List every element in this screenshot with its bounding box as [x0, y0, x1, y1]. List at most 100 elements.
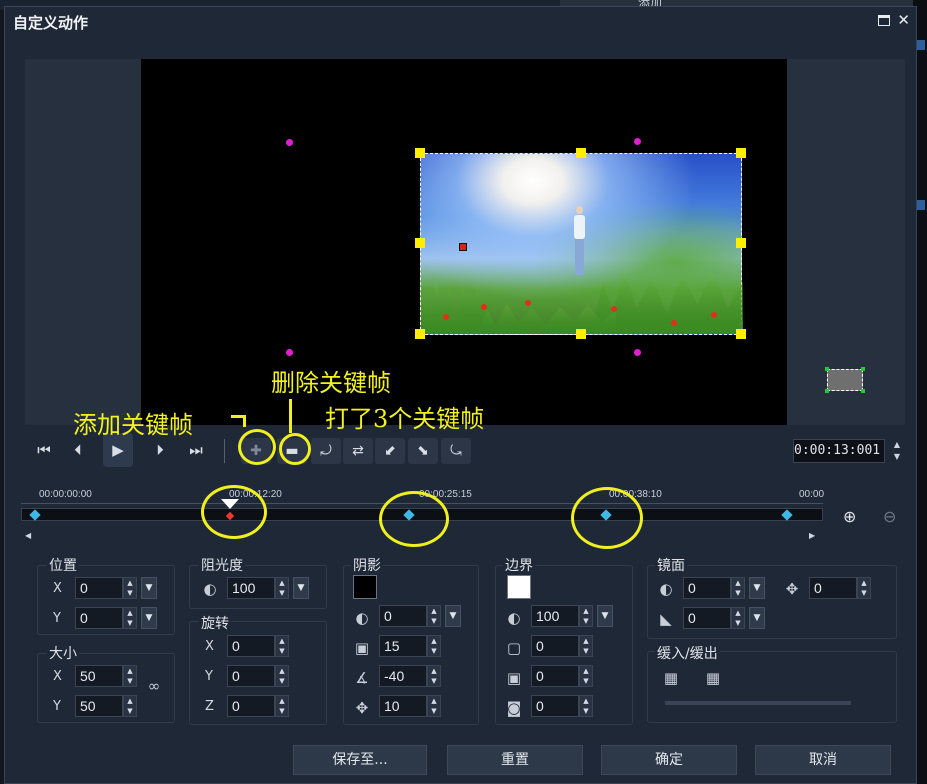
resize-handle-top[interactable]	[576, 148, 586, 158]
position-y-input[interactable]: 0	[75, 607, 123, 629]
rotate-handle-bottom-right[interactable]	[634, 349, 641, 356]
mirror-fade-stepper[interactable]: ▲ ▼	[731, 607, 745, 629]
border-opacity-stepper[interactable]: ▲ ▼	[579, 605, 593, 627]
size-title: 大小	[47, 643, 79, 663]
rotation-y-stepper[interactable]: ▲ ▼	[275, 665, 289, 687]
resize-handle-bottom-right[interactable]	[736, 329, 746, 339]
annotation-circle	[279, 433, 311, 465]
shadow-distance-stepper[interactable]: ▲ ▼	[427, 695, 441, 717]
shadow-angle-icon: ∡	[355, 669, 369, 687]
shadow-blur-stepper[interactable]: ▲ ▼	[427, 635, 441, 657]
size-y-input[interactable]: 50	[75, 695, 123, 717]
border-width-stepper[interactable]: ▲ ▼	[579, 635, 593, 657]
position-x-input[interactable]: 0	[75, 577, 123, 599]
move-keyframe-right-button[interactable]: ⬊	[408, 438, 438, 464]
ease-slider-track[interactable]	[665, 701, 851, 705]
goto-keyframe-button[interactable]: ⤿	[441, 438, 471, 464]
timeline-scroll-left-icon[interactable]: ◀	[25, 531, 31, 540]
shadow-handle[interactable]	[861, 389, 865, 393]
position-x-dropdown[interactable]: ▼	[141, 577, 157, 599]
shadow-distance-input[interactable]: 10	[379, 695, 427, 717]
resize-handle-left[interactable]	[415, 238, 425, 248]
mirror-fade-icon: ◣	[660, 610, 672, 628]
resize-handle-right[interactable]	[736, 238, 746, 248]
opacity-input[interactable]: 100	[227, 577, 275, 599]
border-color-swatch[interactable]	[507, 575, 531, 599]
shadow-angle-stepper[interactable]: ▲ ▼	[427, 665, 441, 687]
border-opacity-dropdown[interactable]: ▼	[597, 605, 613, 627]
timecode-stepper[interactable]: ▲ ▼	[891, 439, 903, 463]
opacity-stepper[interactable]: ▲ ▼	[275, 577, 289, 599]
mirror-offset-input[interactable]: 0	[809, 577, 857, 599]
size-x-input[interactable]: 50	[75, 665, 123, 687]
ok-button[interactable]: 确定	[601, 745, 737, 775]
mirror-fade-input[interactable]: 0	[683, 607, 731, 629]
center-handle[interactable]	[459, 243, 467, 251]
timecode-display[interactable]: 0:00:13:001	[793, 439, 885, 463]
mirror-opacity-dropdown[interactable]: ▼	[749, 577, 765, 599]
move-keyframe-left-button[interactable]: ⬋	[375, 438, 405, 464]
overlay-image[interactable]	[420, 153, 743, 335]
annotation-pointer	[289, 399, 292, 433]
reverse-keyframes-button[interactable]: ⤾	[311, 438, 341, 464]
swap-keyframes-button[interactable]: ⇄	[343, 438, 373, 464]
timeline-scroll-right-icon[interactable]: ▶	[809, 531, 815, 540]
border-width-input[interactable]: 0	[531, 635, 579, 657]
annotation-pointer	[243, 415, 246, 427]
resize-handle-top-right[interactable]	[736, 148, 746, 158]
shadow-opacity-dropdown[interactable]: ▼	[445, 605, 461, 627]
zoom-out-icon[interactable]: ⊖	[883, 507, 896, 526]
shadow-handle[interactable]	[861, 367, 865, 371]
ease-in-icon[interactable]: ▦	[661, 669, 681, 687]
border-edge-input[interactable]: 0	[531, 695, 579, 717]
rotation-x-stepper[interactable]: ▲ ▼	[275, 635, 289, 657]
zoom-in-icon[interactable]: ⊕	[843, 507, 856, 526]
border-blur-input[interactable]: 0	[531, 665, 579, 687]
shadow-handle[interactable]	[825, 389, 829, 393]
size-y-stepper[interactable]: ▲ ▼	[123, 695, 137, 717]
rotation-y-input[interactable]: 0	[227, 665, 275, 687]
size-x-stepper[interactable]: ▲ ▼	[123, 665, 137, 687]
shadow-distance-icon: ✥	[355, 699, 369, 717]
reset-button[interactable]: 重置	[447, 745, 583, 775]
shadow-opacity-input[interactable]: 0	[379, 605, 427, 627]
mirror-fade-dropdown[interactable]: ▼	[749, 607, 765, 629]
position-y-stepper[interactable]: ▲ ▼	[123, 607, 137, 629]
person-figure	[572, 206, 586, 276]
maximize-button[interactable]	[878, 15, 890, 26]
opacity-dropdown[interactable]: ▼	[293, 577, 309, 599]
position-y-dropdown[interactable]: ▼	[141, 607, 157, 629]
rotate-handle-top-right[interactable]	[634, 138, 641, 145]
preview-canvas[interactable]	[141, 59, 865, 425]
border-edge-stepper[interactable]: ▲ ▼	[579, 695, 593, 717]
timeline-tick-label: 00:00:00:00	[39, 489, 92, 500]
size-x-label: X	[53, 669, 62, 684]
preview-area	[25, 59, 905, 425]
shadow-blur-input[interactable]: 15	[379, 635, 427, 657]
shadow-angle-input[interactable]: -40	[379, 665, 427, 687]
shadow-handle[interactable]	[825, 367, 829, 371]
resize-handle-bottom[interactable]	[576, 329, 586, 339]
shadow-opacity-stepper[interactable]: ▲ ▼	[427, 605, 441, 627]
resize-handle-bottom-left[interactable]	[415, 329, 425, 339]
save-to-button[interactable]: 保存至...	[293, 745, 427, 775]
rotate-handle-bottom-left[interactable]	[286, 349, 293, 356]
rotation-z-stepper[interactable]: ▲ ▼	[275, 695, 289, 717]
cancel-button[interactable]: 取消	[755, 745, 891, 775]
resize-handle-top-left[interactable]	[415, 148, 425, 158]
ease-out-icon[interactable]: ▦	[703, 669, 723, 687]
link-ratio-icon[interactable]: ∞	[145, 677, 163, 695]
mirror-opacity-stepper[interactable]: ▲ ▼	[731, 577, 745, 599]
shadow-color-swatch[interactable]	[353, 575, 377, 599]
close-button[interactable]: ✕	[897, 11, 910, 29]
rotation-x-input[interactable]: 0	[227, 635, 275, 657]
shadow-preview-box[interactable]	[827, 369, 863, 391]
go-to-start-button[interactable]: ⏮	[29, 433, 59, 467]
border-opacity-input[interactable]: 100	[531, 605, 579, 627]
mirror-offset-stepper[interactable]: ▲ ▼	[857, 577, 871, 599]
rotate-handle-top-left[interactable]	[286, 139, 293, 146]
border-blur-stepper[interactable]: ▲ ▼	[579, 665, 593, 687]
mirror-opacity-input[interactable]: 0	[683, 577, 731, 599]
position-x-stepper[interactable]: ▲ ▼	[123, 577, 137, 599]
rotation-z-input[interactable]: 0	[227, 695, 275, 717]
